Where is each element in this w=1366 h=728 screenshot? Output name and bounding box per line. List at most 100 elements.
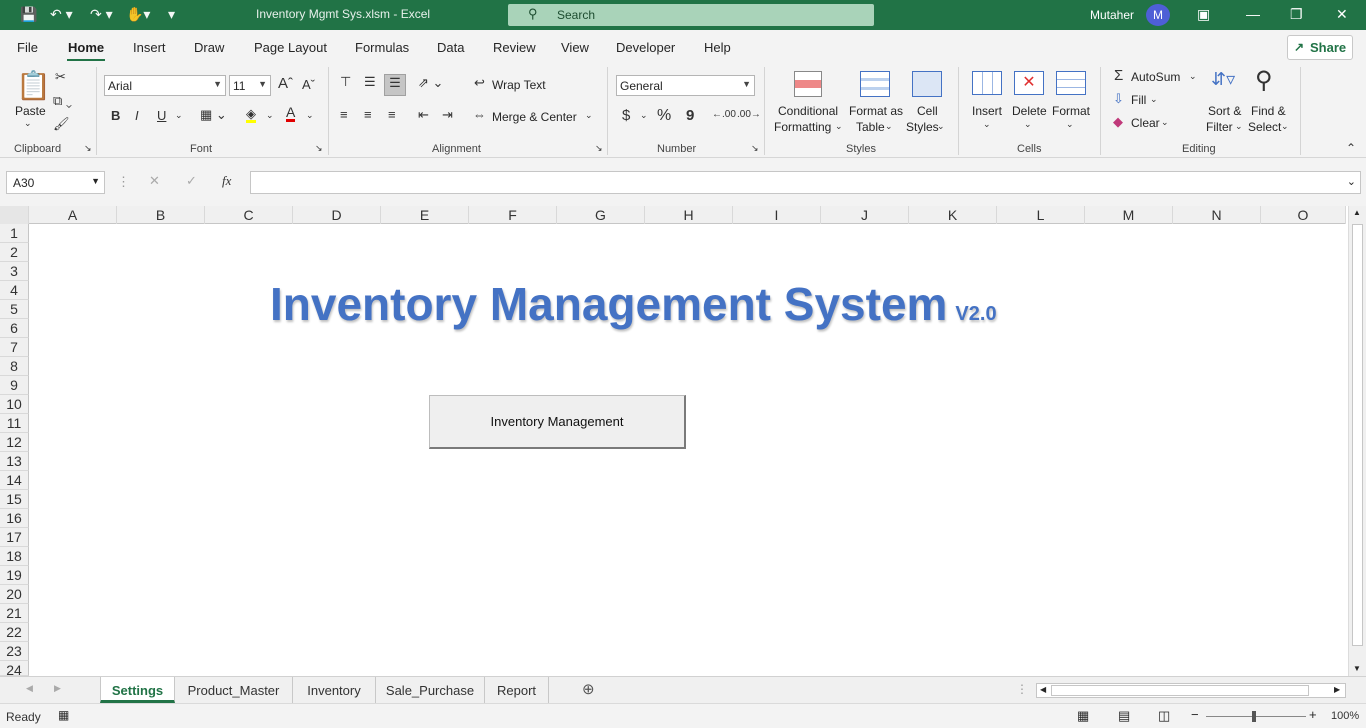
find-select-label-1[interactable]: Find & bbox=[1251, 104, 1286, 118]
tab-formulas[interactable]: Formulas bbox=[355, 40, 409, 55]
name-box[interactable]: A30 ▼ bbox=[6, 171, 105, 194]
tab-draw[interactable]: Draw bbox=[194, 40, 224, 55]
collapse-ribbon-icon[interactable]: ⌃ bbox=[1346, 141, 1356, 155]
restore-icon[interactable]: ❐ bbox=[1290, 6, 1303, 23]
row-header[interactable]: 4 bbox=[0, 281, 29, 300]
chevron-down-icon[interactable]: ⌄ bbox=[1281, 121, 1289, 132]
column-header[interactable]: N bbox=[1173, 206, 1261, 224]
chevron-down-icon[interactable]: ⌄ bbox=[1066, 119, 1074, 130]
minimize-icon[interactable]: — bbox=[1246, 6, 1260, 22]
number-launcher-icon[interactable]: ↘ bbox=[751, 143, 759, 154]
sheet-tab-inventory[interactable]: Inventory bbox=[293, 677, 376, 703]
row-header[interactable]: 18 bbox=[0, 547, 29, 566]
splitter-icon[interactable]: ⋮ bbox=[1016, 682, 1028, 696]
select-all-corner[interactable] bbox=[0, 206, 29, 224]
cut-icon[interactable]: ✂ bbox=[55, 69, 66, 85]
row-header[interactable]: 5 bbox=[0, 300, 29, 319]
underline-dropdown-icon[interactable]: ⌄ bbox=[175, 110, 183, 121]
paste-icon[interactable]: 📋 bbox=[16, 69, 51, 102]
align-center-icon[interactable]: ≡ bbox=[364, 107, 372, 122]
chevron-down-icon[interactable]: ⌄ bbox=[1235, 121, 1243, 132]
column-header[interactable]: B bbox=[117, 206, 205, 224]
zoom-in-icon[interactable]: + bbox=[1309, 707, 1317, 722]
merge-center-icon[interactable]: ⇔ bbox=[473, 107, 486, 122]
fill-icon[interactable]: ⇩ bbox=[1113, 91, 1124, 107]
formula-input[interactable]: ⌄ bbox=[250, 171, 1361, 194]
row-header[interactable]: 8 bbox=[0, 357, 29, 376]
font-color-icon[interactable]: A bbox=[286, 105, 296, 122]
find-select-icon[interactable]: ⚲ bbox=[1255, 66, 1273, 95]
font-size-select[interactable]: 11 ▼ bbox=[229, 75, 271, 96]
tab-home[interactable]: Home bbox=[68, 40, 104, 55]
align-middle-icon[interactable]: ☰ bbox=[364, 74, 376, 90]
number-format-select[interactable]: General ▼ bbox=[616, 75, 755, 96]
column-header[interactable]: L bbox=[997, 206, 1085, 224]
column-header[interactable]: J bbox=[821, 206, 909, 224]
insert-function-icon[interactable]: fx bbox=[222, 173, 231, 189]
page-layout-view-icon[interactable]: ▤ bbox=[1118, 708, 1130, 724]
expand-formula-icon[interactable]: ⌄ bbox=[1347, 175, 1356, 188]
row-header[interactable]: 6 bbox=[0, 319, 29, 338]
clear-button[interactable]: Clear bbox=[1131, 116, 1160, 130]
next-sheet-icon[interactable]: ▶ bbox=[54, 683, 61, 694]
chevron-down-icon[interactable]: ⌄ bbox=[885, 121, 893, 132]
column-header[interactable]: K bbox=[909, 206, 997, 224]
ribbon-display-icon[interactable]: ▣ bbox=[1197, 6, 1210, 23]
column-header[interactable]: I bbox=[733, 206, 821, 224]
comma-button[interactable]: 9 bbox=[686, 107, 694, 124]
chevron-down-icon[interactable]: ⌄ bbox=[1161, 117, 1169, 128]
align-right-icon[interactable]: ≡ bbox=[388, 107, 396, 122]
merge-center-button[interactable]: Merge & Center bbox=[492, 110, 577, 124]
worksheet-grid[interactable]: A B C D E F G H I J K L M N O 1 2 3 4 5 … bbox=[0, 206, 1366, 678]
tab-data[interactable]: Data bbox=[437, 40, 464, 55]
row-header[interactable]: 21 bbox=[0, 604, 29, 623]
increase-indent-icon[interactable]: ⇥ bbox=[442, 107, 453, 123]
horizontal-scroll-thumb[interactable] bbox=[1051, 685, 1309, 696]
format-cells-label[interactable]: Format bbox=[1052, 104, 1090, 118]
undo-icon[interactable]: ↶ ▾ bbox=[50, 6, 73, 23]
row-header[interactable]: 20 bbox=[0, 585, 29, 604]
wrap-text-icon[interactable]: ↩ bbox=[474, 75, 485, 91]
scroll-right-icon[interactable]: ▶ bbox=[1334, 685, 1340, 694]
row-header[interactable]: 9 bbox=[0, 376, 29, 395]
format-as-table-icon[interactable] bbox=[860, 71, 890, 97]
chevron-down-icon[interactable]: ⌄ bbox=[1150, 94, 1158, 105]
increase-font-icon[interactable]: Aˆ bbox=[278, 75, 293, 92]
column-header[interactable]: D bbox=[293, 206, 381, 224]
row-header[interactable]: 11 bbox=[0, 414, 29, 433]
cell-styles-icon[interactable] bbox=[912, 71, 942, 97]
cancel-icon[interactable]: ✕ bbox=[149, 173, 160, 189]
tab-review[interactable]: Review bbox=[493, 40, 536, 55]
scroll-down-icon[interactable]: ▼ bbox=[1353, 664, 1361, 673]
decrease-indent-icon[interactable]: ⇤ bbox=[418, 107, 429, 123]
paste-dropdown-icon[interactable]: ⌄ bbox=[24, 118, 32, 129]
chevron-down-icon[interactable]: ⌄ bbox=[1189, 71, 1197, 82]
zoom-slider-thumb[interactable] bbox=[1252, 711, 1256, 722]
format-as-table-label-2[interactable]: Table bbox=[856, 120, 885, 134]
touch-mode-icon[interactable]: ✋▾ bbox=[126, 6, 150, 23]
row-header[interactable]: 2 bbox=[0, 243, 29, 262]
row-header[interactable]: 23 bbox=[0, 642, 29, 661]
customize-qat-icon[interactable]: ▾ bbox=[168, 6, 175, 23]
clear-icon[interactable]: ◆ bbox=[1113, 114, 1123, 130]
inventory-management-button[interactable]: Inventory Management bbox=[429, 395, 686, 449]
cell-styles-label-2[interactable]: Styles bbox=[906, 120, 939, 134]
currency-dropdown-icon[interactable]: ⌄ bbox=[640, 110, 648, 121]
decrease-font-icon[interactable]: Aˇ bbox=[302, 77, 315, 92]
row-header[interactable]: 19 bbox=[0, 566, 29, 585]
tab-developer[interactable]: Developer bbox=[616, 40, 675, 55]
column-header[interactable]: C bbox=[205, 206, 293, 224]
row-header[interactable]: 14 bbox=[0, 471, 29, 490]
sort-filter-label-1[interactable]: Sort & bbox=[1208, 104, 1241, 118]
currency-button[interactable]: $ bbox=[622, 107, 630, 124]
borders-icon[interactable]: ▦ ⌄ bbox=[200, 107, 227, 123]
fill-color-icon[interactable]: ◈ bbox=[246, 107, 256, 123]
zoom-out-icon[interactable]: − bbox=[1191, 707, 1199, 722]
conditional-formatting-label-2[interactable]: Formatting bbox=[774, 120, 831, 134]
fill-color-dropdown-icon[interactable]: ⌄ bbox=[266, 110, 274, 121]
merge-dropdown-icon[interactable]: ⌄ bbox=[585, 110, 593, 121]
delete-cells-icon[interactable]: ✕ bbox=[1014, 71, 1044, 95]
tab-file[interactable]: File bbox=[17, 40, 38, 55]
chevron-down-icon[interactable]: ⌄ bbox=[983, 119, 991, 130]
clipboard-launcher-icon[interactable]: ↘ bbox=[84, 143, 92, 154]
